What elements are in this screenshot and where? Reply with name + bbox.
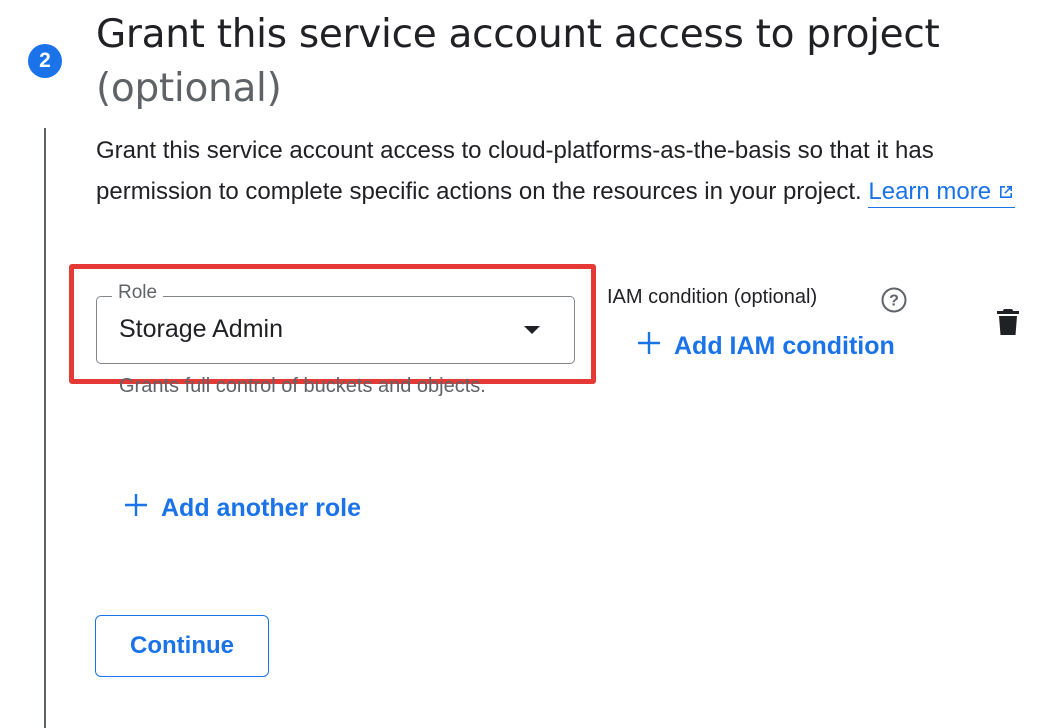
step-title-optional: (optional) bbox=[96, 66, 282, 111]
trash-icon[interactable] bbox=[996, 308, 1020, 341]
step-title-text: Grant this service account access to pro… bbox=[96, 12, 940, 57]
grant-access-step: 2 Grant this service account access to p… bbox=[0, 0, 1064, 728]
add-iam-condition-label: Add IAM condition bbox=[674, 332, 895, 360]
dropdown-arrow-icon bbox=[524, 326, 540, 334]
role-select[interactable]: Storage Admin bbox=[96, 296, 575, 364]
step-description: Grant this service account access to clo… bbox=[96, 130, 1041, 214]
continue-button[interactable]: Continue bbox=[95, 615, 269, 677]
plus-icon bbox=[123, 492, 149, 525]
role-description-hint: Grants full control of buckets and objec… bbox=[119, 375, 486, 397]
help-icon[interactable]: ? bbox=[880, 286, 908, 319]
step-connector-line bbox=[44, 128, 46, 728]
add-another-role-button[interactable]: Add another role bbox=[123, 492, 361, 525]
external-link-icon bbox=[997, 173, 1015, 214]
plus-icon bbox=[636, 330, 662, 363]
step-title: Grant this service account access to pro… bbox=[96, 8, 1036, 116]
learn-more-link[interactable]: Learn more bbox=[868, 178, 1016, 208]
description-text: Grant this service account access to clo… bbox=[96, 137, 934, 205]
role-field-label: Role bbox=[112, 282, 164, 304]
svg-text:?: ? bbox=[889, 293, 899, 310]
learn-more-label: Learn more bbox=[868, 178, 992, 205]
add-another-role-label: Add another role bbox=[161, 494, 362, 522]
role-selected-value: Storage Admin bbox=[119, 315, 283, 343]
step-number-badge: 2 bbox=[28, 44, 62, 78]
add-iam-condition-button[interactable]: Add IAM condition bbox=[636, 330, 895, 363]
iam-condition-label: IAM condition (optional) bbox=[607, 286, 818, 308]
